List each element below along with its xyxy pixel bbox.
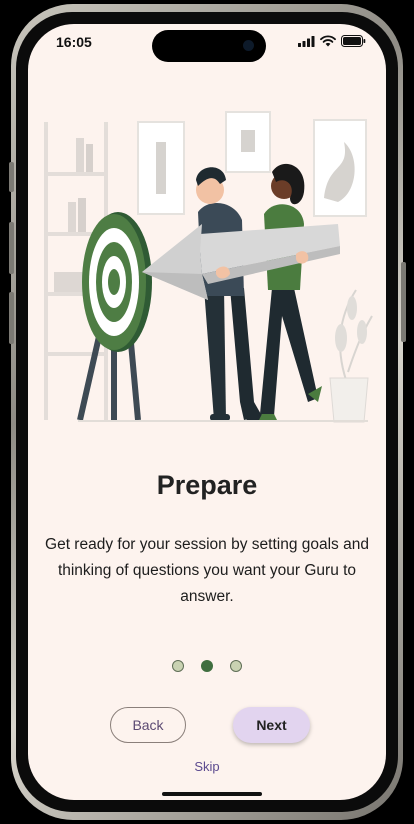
back-button[interactable]: Back bbox=[110, 707, 186, 743]
power-button bbox=[401, 262, 406, 342]
status-time: 16:05 bbox=[56, 34, 92, 50]
signal-icon bbox=[298, 35, 315, 47]
wifi-icon bbox=[320, 35, 336, 47]
skip-link[interactable]: Skip bbox=[28, 759, 386, 774]
people-illustration bbox=[196, 163, 322, 422]
next-button[interactable]: Next bbox=[233, 707, 310, 743]
page-dot-2-active[interactable] bbox=[201, 660, 213, 672]
volume-up-button bbox=[9, 222, 14, 274]
volume-down-button bbox=[9, 292, 14, 344]
onboarding-illustration bbox=[44, 111, 373, 423]
status-icons bbox=[298, 35, 366, 47]
page-title: Prepare bbox=[156, 470, 258, 500]
target-illustration bbox=[77, 212, 152, 421]
action-button bbox=[9, 162, 14, 192]
plant-illustration bbox=[329, 289, 373, 423]
home-indicator[interactable] bbox=[162, 792, 262, 796]
page-description: Get ready for your session by setting go… bbox=[45, 536, 369, 605]
page-dot-3[interactable] bbox=[230, 660, 242, 672]
camera-icon bbox=[243, 40, 254, 51]
status-bar: 16:05 bbox=[28, 24, 386, 64]
page-indicator bbox=[28, 660, 386, 672]
page-dot-1[interactable] bbox=[172, 660, 184, 672]
dynamic-island bbox=[152, 30, 266, 62]
wall-frames bbox=[137, 111, 367, 217]
onboarding-screen: 16:05 Prepare Get ready for your session… bbox=[28, 24, 386, 800]
battery-icon bbox=[341, 35, 366, 47]
